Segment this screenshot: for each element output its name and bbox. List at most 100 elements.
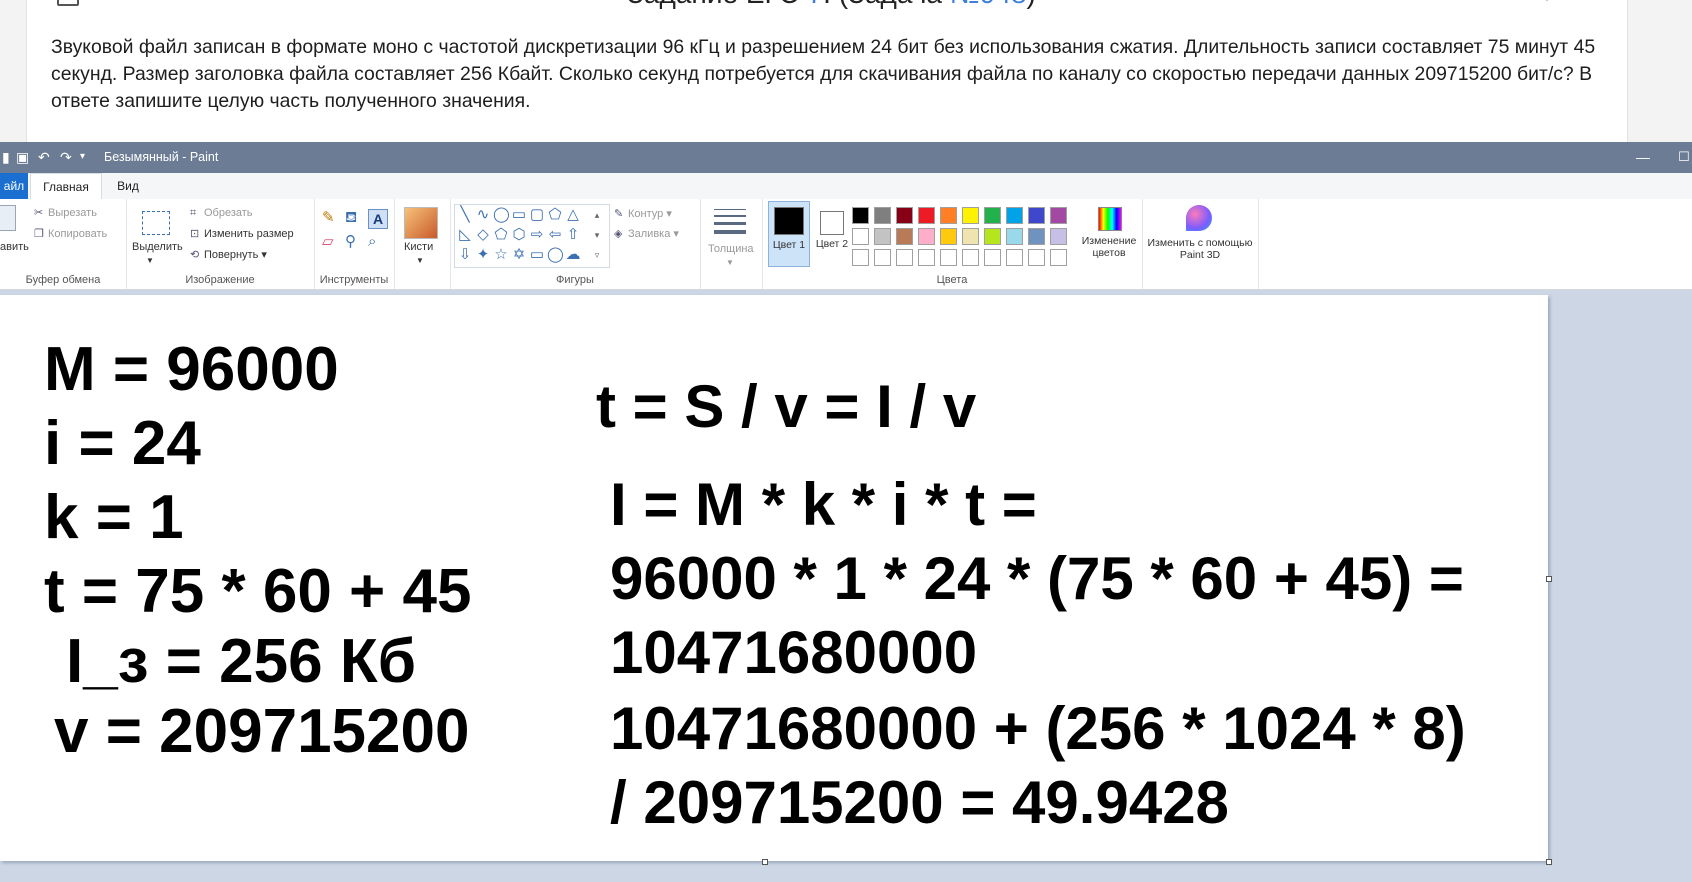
paste-icon[interactable]: [0, 205, 16, 231]
custom-color-slot[interactable]: [874, 249, 891, 266]
brush-icon[interactable]: [404, 207, 438, 239]
pentagon-shape-icon[interactable]: ⬠: [493, 227, 509, 243]
resize-handle-corner[interactable]: [1546, 859, 1552, 865]
edit-colors-button[interactable]: Изменение цветов: [1076, 201, 1142, 267]
thickness-button[interactable]: Толщина: [708, 242, 754, 256]
custom-color-slot[interactable]: [1006, 249, 1023, 266]
up-arrow-shape-icon[interactable]: ⇧: [565, 227, 581, 243]
color1-selector[interactable]: Цвет 1: [768, 201, 810, 267]
color-swatch[interactable]: [984, 228, 1001, 245]
color-swatch[interactable]: [984, 207, 1001, 224]
color-swatch[interactable]: [1028, 228, 1045, 245]
custom-color-slot[interactable]: [918, 249, 935, 266]
color-swatch[interactable]: [874, 228, 891, 245]
eraser-icon[interactable]: ▱: [322, 234, 334, 249]
five-point-star-shape-icon[interactable]: ☆: [493, 247, 509, 263]
color-swatch[interactable]: [896, 207, 913, 224]
color2-selector[interactable]: Цвет 2: [812, 201, 852, 265]
hexagon-shape-icon[interactable]: ⬡: [511, 227, 527, 243]
tab-file[interactable]: айл: [0, 173, 28, 199]
expand-gallery-icon[interactable]: ▿: [589, 247, 605, 263]
color-swatch[interactable]: [940, 207, 957, 224]
app-icon[interactable]: ▮: [2, 149, 10, 165]
down-arrow-shape-icon[interactable]: ⇩: [457, 247, 473, 263]
save-icon[interactable]: ▣: [16, 149, 29, 165]
color-swatch[interactable]: [918, 207, 935, 224]
paint3d-button[interactable]: Изменить с помощью Paint 3D: [1146, 237, 1254, 261]
color-swatch[interactable]: [1028, 207, 1045, 224]
right-arrow-shape-icon[interactable]: ⇨: [529, 227, 545, 243]
polygon-shape-icon[interactable]: ⬠: [547, 207, 563, 223]
redo-icon[interactable]: ↷: [60, 149, 72, 165]
triangle-shape-icon[interactable]: △: [565, 207, 581, 223]
color-swatch[interactable]: [940, 228, 957, 245]
customize-quick-access-icon[interactable]: ▾: [80, 149, 85, 165]
fill-icon[interactable]: ⛾: [345, 210, 357, 225]
history-icon[interactable]: ↻: [137, 0, 155, 4]
rounded-rectangle-shape-icon[interactable]: ▢: [529, 207, 545, 223]
six-point-star-shape-icon[interactable]: ✡: [511, 247, 527, 263]
thickness-icon[interactable]: [714, 209, 746, 234]
brushes-button[interactable]: Кисти: [404, 240, 433, 254]
color-swatch[interactable]: [1050, 207, 1067, 224]
minimize-button[interactable]: —: [1628, 145, 1658, 169]
pencil-icon[interactable]: ✎: [322, 210, 335, 225]
line-shape-icon[interactable]: ╲: [457, 207, 473, 223]
brushes-dropdown-icon[interactable]: ▼: [416, 254, 424, 268]
scroll-up-icon[interactable]: ▴: [589, 207, 605, 223]
maximize-button[interactable]: ☐: [1672, 145, 1692, 169]
callout-cloud-shape-icon[interactable]: ☁: [565, 247, 581, 263]
paste-button[interactable]: авить: [0, 240, 29, 254]
select-dropdown-icon[interactable]: ▼: [146, 254, 154, 268]
crop-button[interactable]: ⌗ Обрезать: [190, 206, 253, 220]
color-picker-icon[interactable]: ⚲: [345, 234, 356, 249]
color-swatch[interactable]: [874, 207, 891, 224]
diamond-shape-icon[interactable]: ◇: [475, 227, 491, 243]
left-arrow-shape-icon[interactable]: ⇦: [547, 227, 563, 243]
color-swatch[interactable]: [1050, 228, 1067, 245]
gear-icon[interactable]: ⚙: [1537, 0, 1557, 4]
undo-icon[interactable]: ↶: [38, 149, 50, 165]
custom-color-slot[interactable]: [896, 249, 913, 266]
color-swatch[interactable]: [962, 207, 979, 224]
scroll-down-icon[interactable]: ▾: [589, 227, 605, 243]
select-icon[interactable]: [142, 211, 170, 235]
copy-button[interactable]: ❐ Копировать: [34, 227, 107, 241]
color-swatch[interactable]: [918, 228, 935, 245]
four-point-star-shape-icon[interactable]: ✦: [475, 247, 491, 263]
rectangle-shape-icon[interactable]: ▭: [511, 207, 527, 223]
right-triangle-shape-icon[interactable]: ◺: [457, 227, 473, 243]
color-swatch[interactable]: [852, 207, 869, 224]
task-type-link[interactable]: 7: [808, 0, 824, 9]
magnifier-icon[interactable]: ⌕: [368, 234, 376, 249]
resize-handle-bottom[interactable]: [762, 859, 768, 865]
resize-button[interactable]: ⊡ Изменить размер: [190, 227, 294, 241]
curve-shape-icon[interactable]: ∿: [475, 207, 491, 223]
drawing-canvas[interactable]: M = 96000 i = 24 k = 1 t = 75 * 60 + 45 …: [0, 295, 1552, 865]
tab-home[interactable]: Главная: [30, 173, 102, 200]
oval-shape-icon[interactable]: ◯: [493, 207, 510, 223]
checkbox[interactable]: [57, 0, 79, 6]
tab-view[interactable]: Вид: [108, 173, 148, 199]
paint3d-icon[interactable]: [1186, 205, 1212, 231]
cut-button[interactable]: ✂ Вырезать: [34, 206, 97, 220]
outline-button[interactable]: ✎ Контур ▾: [614, 207, 672, 221]
custom-color-slot[interactable]: [852, 249, 869, 266]
task-number-link[interactable]: №948: [950, 0, 1027, 9]
rotate-button[interactable]: ⟲ Повернуть ▾: [190, 248, 267, 262]
thickness-dropdown-icon[interactable]: ▼: [726, 256, 734, 270]
color-swatch[interactable]: [1006, 207, 1023, 224]
select-button[interactable]: Выделить: [132, 240, 183, 254]
resize-handle-right[interactable]: [1546, 576, 1552, 582]
color-swatch[interactable]: [1006, 228, 1023, 245]
fill-button[interactable]: ◈ Заливка ▾: [614, 227, 679, 241]
star-icon[interactable]: ☆: [97, 0, 117, 4]
color-swatch[interactable]: [896, 228, 913, 245]
check-icon[interactable]: ✓: [1575, 0, 1593, 4]
custom-color-slot[interactable]: [962, 249, 979, 266]
custom-color-slot[interactable]: [940, 249, 957, 266]
custom-color-slot[interactable]: [1028, 249, 1045, 266]
callout-rect-shape-icon[interactable]: ▭: [529, 247, 545, 263]
custom-color-slot[interactable]: [1050, 249, 1067, 266]
color-swatch[interactable]: [852, 228, 869, 245]
